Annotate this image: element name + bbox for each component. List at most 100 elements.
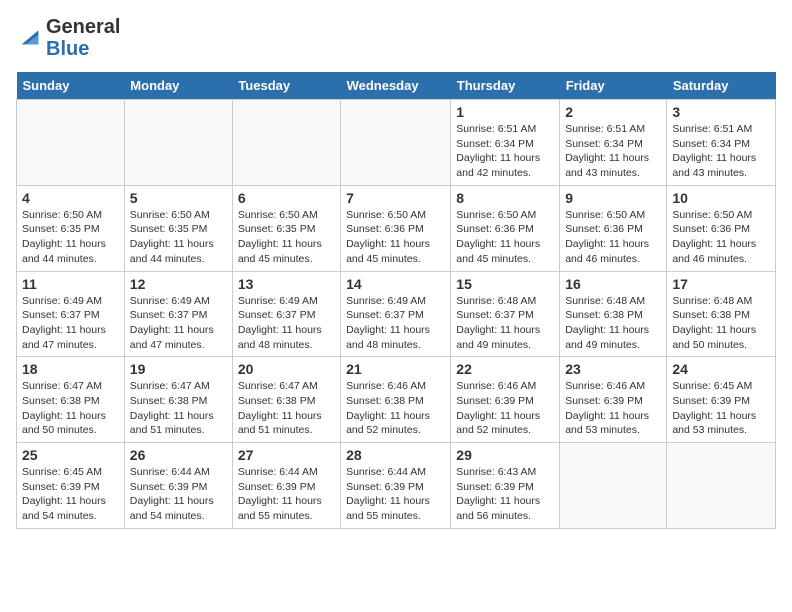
calendar-cell: 6Sunrise: 6:50 AM Sunset: 6:35 PM Daylig… [232,185,340,271]
calendar-cell: 13 Sunrise: 6:49 AM Sunset: 6:37 PM Dayli… [232,271,340,357]
day-number: 23 [565,361,661,377]
logo-text-line2: Blue [46,38,120,60]
day-info: Sunrise: 6:45 AM Sunset: 6:39 PM Dayligh… [22,465,119,524]
calendar-cell: 26 Sunrise: 6:44 AM Sunset: 6:39 PM Dayli… [124,443,232,529]
calendar-cell: 25 Sunrise: 6:45 AM Sunset: 6:39 PM Dayli… [17,443,125,529]
day-info: Sunrise: 6:49 AM Sunset: 6:37 PM Dayligh… [22,294,119,353]
calendar-cell: 1Sunrise: 6:51 AM Sunset: 6:34 PM Daylig… [451,100,560,186]
day-header-sunday: Sunday [17,72,125,100]
day-info: Sunrise: 6:44 AM Sunset: 6:39 PM Dayligh… [346,465,445,524]
day-number: 13 [238,276,335,292]
calendar-cell [17,100,125,186]
day-number: 9 [565,190,661,206]
week-row-3: 11 Sunrise: 6:49 AM Sunset: 6:37 PM Dayli… [17,271,776,357]
day-info: Sunrise: 6:50 AM Sunset: 6:36 PM Dayligh… [346,208,445,267]
calendar-cell: 5 Sunrise: 6:50 AM Sunset: 6:35 PM Daylig… [124,185,232,271]
calendar-cell: 14 Sunrise: 6:49 AM Sunset: 6:37 PM Dayli… [341,271,451,357]
calendar-cell: 7 Sunrise: 6:50 AM Sunset: 6:36 PM Daylig… [341,185,451,271]
day-info: Sunrise: 6:50 AM Sunset: 6:35 PM Dayligh… [238,208,335,267]
calendar-cell: 27 Sunrise: 6:44 AM Sunset: 6:39 PM Dayli… [232,443,340,529]
day-number: 20 [238,361,335,377]
calendar-cell [124,100,232,186]
day-number: 16 [565,276,661,292]
header: General Blue [16,16,776,60]
day-number: 14 [346,276,445,292]
calendar-header-row: SundayMondayTuesdayWednesdayThursdayFrid… [17,72,776,100]
day-info: Sunrise: 6:46 AM Sunset: 6:39 PM Dayligh… [565,379,661,438]
calendar-cell [341,100,451,186]
day-info: Sunrise: 6:51 AM Sunset: 6:34 PM Dayligh… [565,122,661,181]
calendar-cell: 8 Sunrise: 6:50 AM Sunset: 6:36 PM Daylig… [451,185,560,271]
calendar-cell: 11 Sunrise: 6:49 AM Sunset: 6:37 PM Dayli… [17,271,125,357]
calendar-cell: 23 Sunrise: 6:46 AM Sunset: 6:39 PM Dayli… [560,357,667,443]
day-info: Sunrise: 6:44 AM Sunset: 6:39 PM Dayligh… [130,465,227,524]
week-row-1: 1 Sunrise: 6:51 AM Sunset: 6:34 PM Daylig… [17,100,776,186]
day-number: 28 [346,447,445,463]
day-info: Sunrise: 6:49 AM Sunset: 6:37 PM Dayligh… [346,294,445,353]
calendar-cell: 2 Sunrise: 6:51 AM Sunset: 6:34 PM Daylig… [560,100,667,186]
logo-icon [16,22,44,50]
day-info: Sunrise: 6:48 AM Sunset: 6:37 PM Dayligh… [456,294,554,353]
calendar-cell: 9 Sunrise: 6:50 AM Sunset: 6:36 PM Daylig… [560,185,667,271]
day-number: 27 [238,447,335,463]
logo-text-line1: General [46,16,120,38]
day-header-thursday: Thursday [451,72,560,100]
day-info: Sunrise: 6:49 AM Sunset: 6:37 PM Dayligh… [238,294,335,353]
calendar-cell: 18 Sunrise: 6:47 AM Sunset: 6:38 PM Dayli… [17,357,125,443]
day-info: Sunrise: 6:48 AM Sunset: 6:38 PM Dayligh… [672,294,770,353]
day-info: Sunrise: 6:48 AM Sunset: 6:38 PM Dayligh… [565,294,661,353]
day-info: Sunrise: 6:44 AM Sunset: 6:39 PM Dayligh… [238,465,335,524]
day-number: 17 [672,276,770,292]
calendar-cell: 29 Sunrise: 6:43 AM Sunset: 6:39 PM Dayli… [451,443,560,529]
day-info: Sunrise: 6:45 AM Sunset: 6:39 PM Dayligh… [672,379,770,438]
calendar-cell: 28 Sunrise: 6:44 AM Sunset: 6:39 PM Dayli… [341,443,451,529]
day-number: 2 [565,104,661,120]
day-number: 12 [130,276,227,292]
day-info: Sunrise: 6:50 AM Sunset: 6:35 PM Dayligh… [130,208,227,267]
day-header-tuesday: Tuesday [232,72,340,100]
calendar-cell: 4Sunrise: 6:50 AM Sunset: 6:35 PM Daylig… [17,185,125,271]
calendar-cell: 22Sunrise: 6:46 AM Sunset: 6:39 PM Dayli… [451,357,560,443]
logo: General Blue [16,16,120,60]
day-info: Sunrise: 6:47 AM Sunset: 6:38 PM Dayligh… [238,379,335,438]
day-number: 15 [456,276,554,292]
day-info: Sunrise: 6:50 AM Sunset: 6:36 PM Dayligh… [565,208,661,267]
day-number: 29 [456,447,554,463]
calendar-cell: 10Sunrise: 6:50 AM Sunset: 6:36 PM Dayli… [667,185,776,271]
day-number: 11 [22,276,119,292]
calendar-cell [232,100,340,186]
day-header-saturday: Saturday [667,72,776,100]
calendar-cell: 15 Sunrise: 6:48 AM Sunset: 6:37 PM Dayli… [451,271,560,357]
day-info: Sunrise: 6:46 AM Sunset: 6:39 PM Dayligh… [456,379,554,438]
calendar-cell: 19Sunrise: 6:47 AM Sunset: 6:38 PM Dayli… [124,357,232,443]
calendar-body: 1 Sunrise: 6:51 AM Sunset: 6:34 PM Daylig… [17,100,776,529]
day-info: Sunrise: 6:43 AM Sunset: 6:39 PM Dayligh… [456,465,554,524]
day-info: Sunrise: 6:47 AM Sunset: 6:38 PM Dayligh… [22,379,119,438]
day-header-friday: Friday [560,72,667,100]
day-header-monday: Monday [124,72,232,100]
calendar-cell: 3 Sunrise: 6:51 AM Sunset: 6:34 PM Daylig… [667,100,776,186]
day-number: 10 [672,190,770,206]
day-header-wednesday: Wednesday [341,72,451,100]
day-info: Sunrise: 6:47 AM Sunset: 6:38 PM Dayligh… [130,379,227,438]
calendar-cell: 17 Sunrise: 6:48 AM Sunset: 6:38 PM Dayli… [667,271,776,357]
day-number: 5 [130,190,227,206]
day-number: 8 [456,190,554,206]
day-info: Sunrise: 6:46 AM Sunset: 6:38 PM Dayligh… [346,379,445,438]
day-info: Sunrise: 6:50 AM Sunset: 6:36 PM Dayligh… [456,208,554,267]
calendar-cell: 12 Sunrise: 6:49 AM Sunset: 6:37 PM Dayli… [124,271,232,357]
day-number: 18 [22,361,119,377]
day-number: 25 [22,447,119,463]
day-number: 21 [346,361,445,377]
calendar-cell [667,443,776,529]
day-number: 24 [672,361,770,377]
day-info: Sunrise: 6:49 AM Sunset: 6:37 PM Dayligh… [130,294,227,353]
day-number: 4 [22,190,119,206]
day-number: 26 [130,447,227,463]
calendar-cell: 21 Sunrise: 6:46 AM Sunset: 6:38 PM Dayli… [341,357,451,443]
day-info: Sunrise: 6:51 AM Sunset: 6:34 PM Dayligh… [672,122,770,181]
day-number: 7 [346,190,445,206]
day-number: 1 [456,104,554,120]
calendar-cell: 20 Sunrise: 6:47 AM Sunset: 6:38 PM Dayli… [232,357,340,443]
day-number: 3 [672,104,770,120]
